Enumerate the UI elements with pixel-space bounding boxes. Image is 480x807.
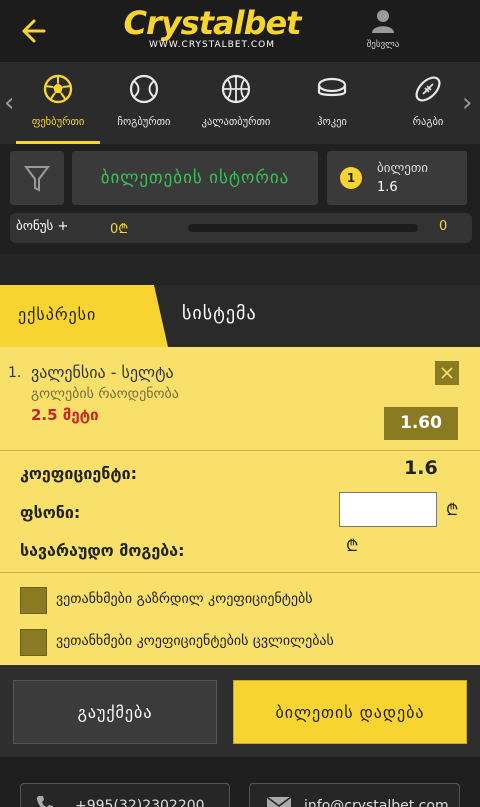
scroll-right-icon[interactable]: ›: [462, 90, 476, 118]
tab-system-label: სისტემა: [182, 303, 257, 324]
divider: [0, 572, 480, 573]
sport-label: კალათბურთი: [201, 116, 271, 128]
spacer: [0, 254, 480, 285]
phone-contact[interactable]: +995(32)2302200: [20, 783, 230, 807]
login-label: შესვლა: [366, 40, 400, 50]
app-header: Crystalbet WWW.CRYSTALBET.COM შესვლა: [0, 0, 480, 62]
bonus-bar: ბონუს + 0₾ 0: [10, 213, 472, 243]
tickets-label: ბილეთი: [377, 161, 429, 176]
back-arrow-icon[interactable]: [18, 16, 48, 46]
accept-higher-odds-checkbox[interactable]: [20, 587, 47, 614]
user-icon: [372, 10, 394, 33]
bet-number: 1.: [8, 365, 22, 381]
soccer-ball-icon: [43, 74, 73, 104]
event-title: ვალენსია - სელტა: [31, 363, 174, 382]
accept-odds-change-label: ვეთანხმები კოეფიციენტების ცვლილებას: [56, 633, 334, 649]
betslip-actions: გაუქმება ბილეთის დადება: [0, 665, 480, 757]
bonus-amount: 0₾: [110, 222, 129, 237]
sport-tab-tennis[interactable]: ჩოგბურთი: [96, 62, 192, 144]
stake-label: ფსონი:: [20, 503, 81, 522]
bonus-progress-track: [188, 224, 418, 232]
rugby-ball-icon: [413, 74, 443, 104]
phone-number: +995(32)2302200: [75, 798, 205, 807]
sport-label: ჰოკეი: [317, 116, 347, 128]
place-bet-button[interactable]: ბილეთის დადება: [233, 680, 467, 744]
market-name: გოლების რაოდენობა: [31, 386, 179, 402]
filter-button[interactable]: [10, 151, 64, 205]
stake-currency: ₾: [446, 500, 459, 519]
coefficient-label: კოეფიციენტი:: [20, 464, 137, 483]
bonus-count: 0: [439, 219, 448, 234]
cancel-button[interactable]: გაუქმება: [13, 680, 217, 744]
bet-type-tabs: ექსპრესი სისტემა: [0, 285, 480, 347]
ticket-history-button[interactable]: ბილეთების ისტორია: [72, 151, 318, 205]
selection-name: 2.5 მეტი: [31, 406, 99, 424]
sport-tab-hockey[interactable]: ჰოკეი: [284, 62, 380, 144]
login-button[interactable]: შესვლა: [358, 8, 408, 54]
potential-win-currency: ₾: [346, 536, 359, 555]
crystalbet-logo[interactable]: Crystalbet WWW.CRYSTALBET.COM: [106, 4, 318, 54]
bonus-label: ბონუს +: [16, 219, 69, 234]
logo-text: Crystalbet: [123, 4, 302, 42]
email-address: info@crystalbet.com: [304, 798, 449, 807]
betslip-toolbar: ბილეთების ისტორია 1 ბილეთი 1.6 ბონუს + 0…: [0, 144, 480, 254]
sport-tab-football[interactable]: ფეხბურთი: [10, 62, 106, 144]
betslip-panel: 1. ვალენსია - სელტა გოლების რაოდენობა 2.…: [0, 347, 480, 665]
basketball-icon: [221, 74, 251, 104]
tab-express[interactable]: ექსპრესი: [0, 285, 168, 347]
bet-item: 1. ვალენსია - სელტა გოლების რაოდენობა 2.…: [0, 347, 480, 451]
sport-label: ჩოგბურთი: [117, 116, 171, 128]
remove-bet-close-icon[interactable]: [435, 361, 459, 385]
tickets-summary[interactable]: 1 ბილეთი 1.6: [327, 151, 467, 205]
tickets-count-badge: 1: [340, 167, 362, 189]
sports-nav: ‹ ფეხბურთი ჩოგბურთი კალათბურთი ჰოკეი რაგ…: [0, 62, 480, 144]
hockey-puck-icon: [317, 74, 347, 104]
envelope-icon: [266, 796, 292, 807]
coefficient-value: 1.6: [404, 457, 438, 479]
sport-tab-basketball[interactable]: კალათბურთი: [188, 62, 284, 144]
tickets-odds: 1.6: [377, 180, 398, 195]
tennis-ball-icon: [129, 74, 159, 104]
funnel-icon: [24, 166, 50, 192]
potential-win-label: სავარაუდო მოგება:: [20, 541, 185, 560]
accept-odds-change-checkbox[interactable]: [20, 629, 47, 656]
sport-label: ფეხბურთი: [31, 116, 85, 128]
email-contact[interactable]: info@crystalbet.com: [249, 783, 460, 807]
tab-express-label: ექსპრესი: [18, 305, 97, 324]
footer: +995(32)2302200 info@crystalbet.com: [0, 757, 480, 807]
accept-higher-odds-label: ვეთანხმები გაზრდილ კოეფიციენტებს: [56, 591, 313, 607]
stake-input[interactable]: [339, 492, 437, 527]
odds-value: 1.60: [384, 407, 458, 440]
phone-icon: [37, 796, 53, 807]
